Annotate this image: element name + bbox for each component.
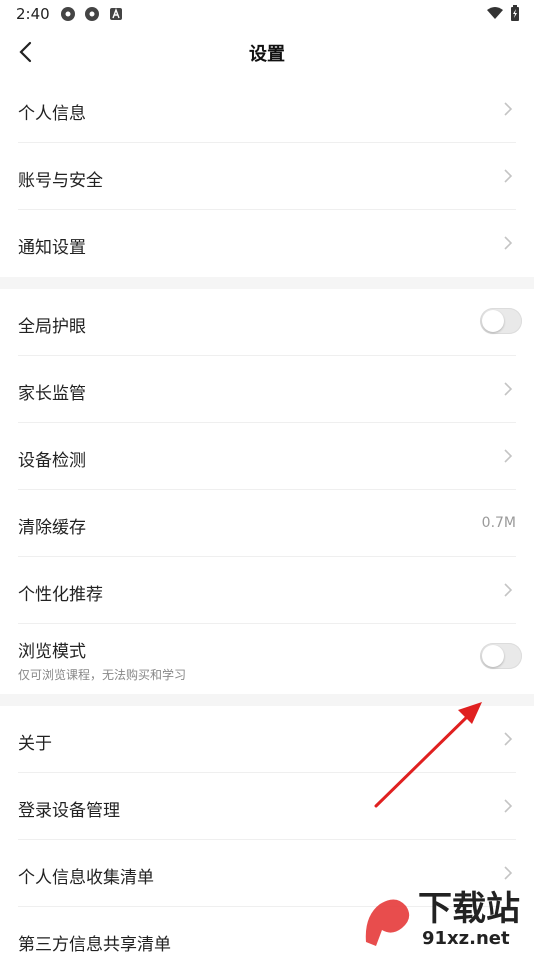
- chevron-right-icon: [504, 382, 513, 396]
- settings-row-eye-protection[interactable]: 全局护眼: [18, 289, 522, 356]
- row-label: 全局护眼: [18, 317, 86, 337]
- chevron-right-icon: [504, 236, 513, 250]
- nav-bar: 设置: [0, 28, 534, 76]
- settings-row-personalized-recommend[interactable]: 个性化推荐: [18, 557, 516, 624]
- row-label: 家长监管: [18, 384, 86, 404]
- settings-row-device-check[interactable]: 设备检测: [18, 423, 516, 490]
- settings-row-personal-info[interactable]: 个人信息: [18, 76, 516, 143]
- row-label: 设备检测: [18, 451, 86, 471]
- battery-icon: [511, 5, 519, 21]
- row-label: 清除缓存: [18, 518, 86, 538]
- page-title: 设置: [249, 44, 285, 65]
- chevron-right-icon: [504, 799, 513, 813]
- section-divider: [0, 277, 534, 289]
- chevron-right-icon: [504, 449, 513, 463]
- wifi-icon: [487, 7, 503, 19]
- browse-mode-toggle[interactable]: [480, 643, 522, 669]
- chevron-right-icon: [504, 169, 513, 183]
- settings-group-account: 个人信息 账号与安全 通知设置: [0, 76, 534, 277]
- chevron-right-icon: [504, 866, 513, 880]
- eye-protection-toggle[interactable]: [480, 308, 522, 334]
- row-label: 浏览模式: [18, 642, 86, 662]
- row-label: 通知设置: [18, 238, 86, 258]
- app-notification-icon: [85, 7, 99, 21]
- chevron-right-icon: [504, 583, 513, 597]
- settings-row-notifications[interactable]: 通知设置: [18, 210, 516, 277]
- chevron-right-icon: [504, 102, 513, 116]
- watermark-text-2: 91xz.net: [422, 928, 510, 949]
- chevron-right-icon: [504, 732, 513, 746]
- settings-group-general: 全局护眼 家长监管 设备检测 清除缓存 0.7M 个性化推荐 浏览模式 仅可浏览…: [0, 289, 534, 691]
- watermark-logo: 下载站 91xz.net: [365, 889, 520, 949]
- status-time: 2:40: [16, 5, 50, 23]
- app-notification-icon: [61, 7, 75, 21]
- row-label: 关于: [18, 734, 52, 754]
- row-label: 个性化推荐: [18, 585, 103, 605]
- row-label: 个人信息收集清单: [18, 868, 154, 888]
- cache-size-value: 0.7M: [481, 515, 516, 531]
- settings-row-clear-cache[interactable]: 清除缓存 0.7M: [18, 490, 516, 557]
- row-label: 登录设备管理: [18, 801, 120, 821]
- toggle-knob: [482, 310, 504, 332]
- a-notification-icon: [110, 8, 122, 20]
- settings-row-account-security[interactable]: 账号与安全: [18, 143, 516, 210]
- row-description: 仅可浏览课程，无法购买和学习: [18, 668, 187, 682]
- row-label: 第三方信息共享清单: [18, 935, 171, 955]
- row-label: 个人信息: [18, 104, 86, 124]
- annotation-arrow: [374, 702, 482, 808]
- row-label: 账号与安全: [18, 171, 103, 191]
- watermark-text-1: 下载站: [418, 889, 520, 929]
- settings-row-parental-control[interactable]: 家长监管: [18, 356, 516, 423]
- toggle-knob: [482, 645, 504, 667]
- status-bar: 2:40: [0, 0, 534, 28]
- settings-row-browse-mode[interactable]: 浏览模式 仅可浏览课程，无法购买和学习: [18, 624, 522, 691]
